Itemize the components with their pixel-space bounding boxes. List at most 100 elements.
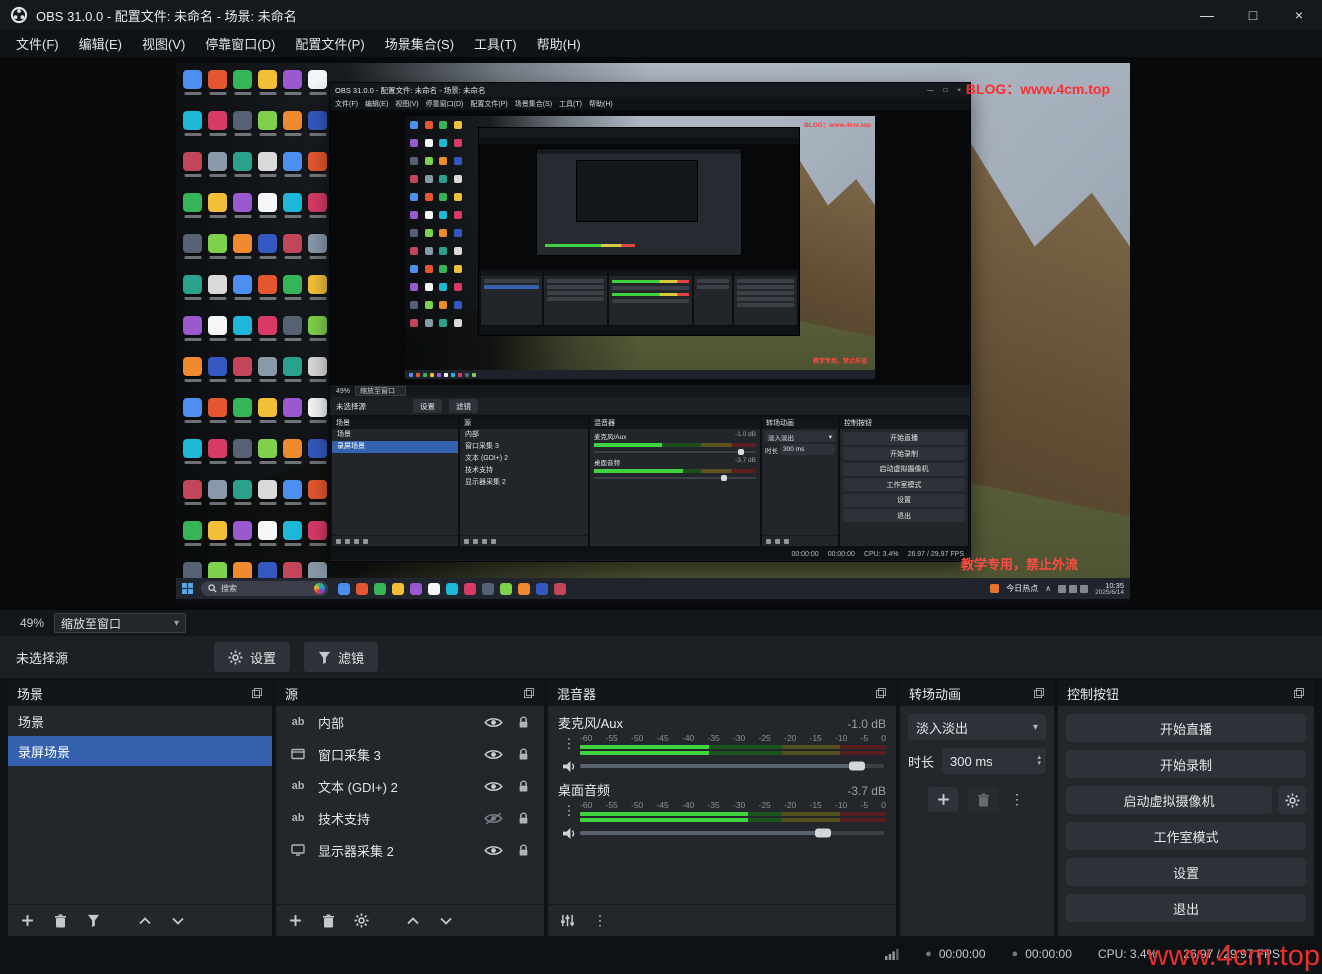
captured-preview: BLOG：www.4cm.top — [330, 110, 970, 385]
minimize-button[interactable]: — — [1184, 0, 1230, 30]
menu-help[interactable]: 帮助(H) — [527, 30, 591, 57]
stream-timer: ● 00:00:00 — [925, 947, 985, 961]
maximize-button[interactable]: □ — [1230, 0, 1276, 30]
channel-menu-icon[interactable]: ⋮ — [558, 800, 580, 822]
chevron-down-icon: ▾ — [1033, 722, 1038, 733]
duration-spinner[interactable]: 300 ms ▴▾ — [942, 748, 1046, 774]
move-source-up-button[interactable] — [404, 911, 422, 931]
popout-icon[interactable] — [1293, 687, 1305, 699]
menu-tools[interactable]: 工具(T) — [464, 30, 527, 57]
captured-source-toolbar: 未选择源 设置 滤镜 — [330, 397, 970, 415]
add-source-button[interactable] — [286, 911, 304, 931]
advanced-audio-icon[interactable] — [558, 911, 576, 931]
preview-canvas[interactable]: BLOG：www.4cm.top OBS 31.0.0 - 配置文件: 未命名 … — [176, 63, 1130, 603]
mixer-toolbar: ⋮ — [548, 904, 896, 936]
channel-menu-icon[interactable]: ⋮ — [558, 733, 580, 755]
scene-item-selected[interactable]: 录屏场景 — [8, 736, 272, 766]
source-item[interactable]: 显示器采集 2 — [276, 834, 544, 866]
popout-icon[interactable] — [251, 687, 263, 699]
menu-edit[interactable]: 编辑(E) — [69, 30, 132, 57]
scene-filters-button[interactable] — [84, 911, 102, 931]
settings-button[interactable]: 设置 — [1066, 858, 1306, 886]
source-toolbar: 未选择源 设置 滤镜 — [0, 636, 1322, 678]
popout-icon[interactable] — [523, 687, 535, 699]
sources-panel-header: 源 — [276, 680, 544, 706]
taskbar-app-icons — [338, 583, 566, 595]
tray-icons — [1058, 585, 1088, 593]
zoom-mode-select[interactable]: 缩放至窗口 ▾ — [54, 613, 186, 633]
remove-scene-button[interactable] — [51, 911, 69, 931]
menu-scene-collection[interactable]: 场景集合(S) — [375, 30, 464, 57]
captured-statusbar: 00:00:00 00:00:00 CPU: 3.4% 26.97 / 29.9… — [330, 548, 970, 560]
add-scene-button[interactable] — [18, 911, 36, 931]
popout-icon[interactable] — [875, 687, 887, 699]
move-scene-up-button[interactable] — [136, 911, 154, 931]
menu-view[interactable]: 视图(V) — [132, 30, 195, 57]
volume-slider-handle[interactable] — [849, 762, 865, 771]
eye-icon[interactable] — [482, 844, 504, 857]
popout-icon[interactable] — [1033, 687, 1045, 699]
lock-icon[interactable] — [512, 812, 534, 825]
source-properties-icon[interactable] — [352, 911, 370, 931]
source-filters-button[interactable]: 滤镜 — [304, 642, 378, 672]
mixer-menu-icon[interactable]: ⋮ — [591, 911, 609, 931]
eye-icon[interactable] — [482, 780, 504, 793]
transition-menu-icon[interactable]: ⋮ — [1008, 790, 1026, 810]
nested-obs-window-level3 — [537, 149, 741, 255]
exit-button[interactable]: 退出 — [1066, 894, 1306, 922]
virtual-camera-settings-button[interactable] — [1278, 786, 1306, 814]
scenes-panel: 场景 场景 录屏场景 — [8, 680, 272, 936]
source-item[interactable]: ab 文本 (GDI+) 2 — [276, 770, 544, 802]
volume-meter — [580, 812, 886, 816]
dock-panels: 场景 场景 录屏场景 源 — [8, 680, 1314, 936]
menu-docks[interactable]: 停靠窗口(D) — [195, 30, 285, 57]
source-item[interactable]: ab 内部 — [276, 706, 544, 738]
add-transition-button[interactable] — [928, 787, 958, 812]
source-item[interactable]: ab 技术支持 — [276, 802, 544, 834]
transitions-panel: 转场动画 淡入淡出 ▾ 时长 300 ms ▴▾ — [900, 680, 1054, 936]
move-source-down-button[interactable] — [437, 911, 455, 931]
speaker-icon[interactable] — [558, 827, 580, 840]
eye-icon[interactable] — [482, 748, 504, 761]
lock-icon[interactable] — [512, 748, 534, 761]
source-item[interactable]: 窗口采集 3 — [276, 738, 544, 770]
start-streaming-button[interactable]: 开始直播 — [1066, 714, 1306, 742]
scene-item[interactable]: 场景 — [8, 706, 272, 736]
studio-mode-button[interactable]: 工作室模式 — [1066, 822, 1306, 850]
eye-hidden-icon[interactable] — [482, 812, 504, 825]
speaker-icon[interactable] — [558, 760, 580, 773]
volume-slider[interactable] — [580, 831, 884, 835]
start-recording-button[interactable]: 开始录制 — [1066, 750, 1306, 778]
close-button[interactable]: × — [1276, 0, 1322, 30]
remove-transition-button[interactable] — [968, 787, 998, 812]
browser-icon — [314, 583, 325, 594]
lock-icon[interactable] — [512, 780, 534, 793]
titlebar: OBS 31.0.0 - 配置文件: 未命名 - 场景: 未命名 — □ × — [0, 0, 1322, 30]
teaching-watermark-text: 教学专用，禁止外流 — [961, 554, 1078, 573]
preview-area: BLOG：www.4cm.top OBS 31.0.0 - 配置文件: 未命名 … — [0, 57, 1322, 610]
filter-icon — [318, 651, 331, 664]
mixer-channel-desktop: 桌面音频 -3.7 dB ⋮ -60-55-50-45-40-35-30-25-… — [548, 773, 896, 840]
move-scene-down-button[interactable] — [169, 911, 187, 931]
transition-select[interactable]: 淡入淡出 ▾ — [908, 714, 1046, 740]
record-status-icon: ● — [1012, 948, 1019, 960]
volume-slider-handle[interactable] — [815, 829, 831, 838]
audio-mixer-panel: 混音器 麦克风/Aux -1.0 dB ⋮ -60-55-50-45- — [548, 680, 896, 936]
source-properties-button[interactable]: 设置 — [214, 642, 290, 672]
captured-docks: 场景 场景 录屏场景 源 内部 窗口采集 3 文本 (GDI+) 2 技术支持 … — [330, 415, 970, 548]
preview-zoom-row: 49% 缩放至窗口 ▾ — [0, 610, 1322, 636]
news-icon — [990, 584, 999, 593]
tray-expand-icon: ∧ — [1045, 584, 1051, 593]
lock-icon[interactable] — [512, 716, 534, 729]
volume-slider[interactable] — [580, 764, 884, 768]
taskbar-search-box: 搜索 — [201, 581, 328, 596]
desktop-icon-grid — [180, 67, 330, 600]
menu-file[interactable]: 文件(F) — [6, 30, 69, 57]
lock-icon[interactable] — [512, 844, 534, 857]
remove-source-button[interactable] — [319, 911, 337, 931]
eye-icon[interactable] — [482, 716, 504, 729]
menu-profile[interactable]: 配置文件(P) — [285, 30, 374, 57]
volume-db-label: -3.7 dB — [847, 784, 886, 798]
start-virtual-camera-button[interactable]: 启动虚拟摄像机 — [1066, 786, 1272, 814]
spinner-arrows-icon[interactable]: ▴▾ — [1037, 755, 1041, 767]
